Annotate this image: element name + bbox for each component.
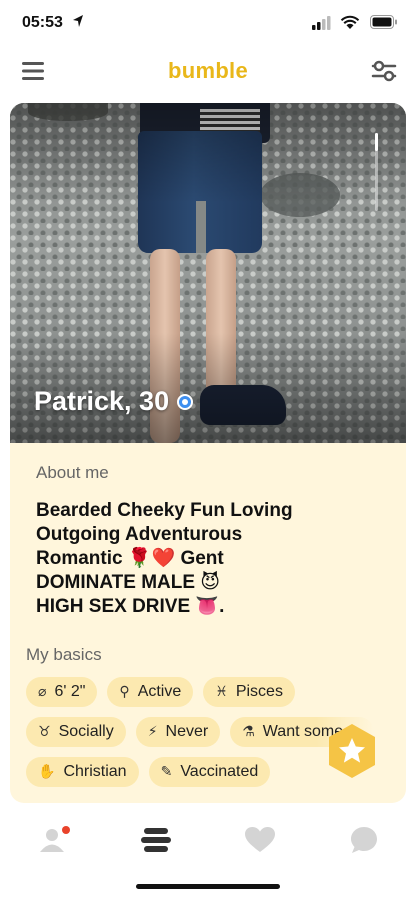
notification-dot [62,826,70,834]
cellular-signal-icon [312,16,331,30]
nav-discover[interactable] [136,820,176,860]
about-section: About me Bearded Cheeky Fun Loving Outgo… [36,463,386,619]
nav-chats[interactable] [344,820,384,860]
nav-matches[interactable] [240,820,280,860]
photo-scroll-indicator [375,133,378,211]
about-label: About me [36,463,109,482]
superswipe-star-button[interactable] [323,722,381,780]
basic-chip-drinking[interactable]: ♉ Socially [26,717,126,747]
brand-logo: bumble [167,58,249,83]
zodiac-icon: ♓ [215,684,228,700]
battery-icon [370,15,397,29]
app-header: bumble [0,48,416,96]
cigarette-icon: ⚡ [147,724,158,740]
location-arrow-icon [73,15,83,27]
status-bar: 05:53 [0,0,416,48]
profile-photo[interactable]: Patrick, 30 [10,103,406,443]
basic-chip-vaccination[interactable]: ✎ Vaccinated [148,757,271,787]
basic-chip-religion[interactable]: ✋ Christian [26,757,139,787]
basic-chip-exercise[interactable]: ⚲ Active [107,677,194,707]
profile-name-age: Patrick, 30 [34,386,170,416]
bio-text: Bearded Cheeky Fun Loving Outgoing Adven… [36,500,293,617]
basic-chip-zodiac[interactable]: ♓ Pisces [203,677,295,707]
heart-icon [245,827,275,852]
people-stack-icon [141,828,171,852]
ruler-icon: ⌀ [38,684,47,700]
bottom-nav [0,808,416,868]
basic-chip-smoking[interactable]: ⚡ Never [135,717,221,747]
status-time: 05:53 [22,14,63,31]
basics-label: My basics [26,645,102,664]
wine-glass-icon: ♉ [38,724,51,740]
profile-icon [40,829,64,852]
dumbbell-icon: ⚲ [119,684,130,700]
basic-chip-height[interactable]: ⌀ 6' 2" [26,677,98,707]
name-row: Patrick, 30 [34,386,194,417]
filter-settings-icon[interactable] [370,58,398,84]
hands-icon: ✋ [38,764,56,780]
wifi-icon [340,15,360,29]
home-indicator [136,884,280,889]
chat-icon [351,827,377,853]
verified-badge-icon[interactable] [177,393,194,410]
syringe-icon: ✎ [160,764,173,780]
baby-bottle-icon: ⚗ [242,724,255,740]
